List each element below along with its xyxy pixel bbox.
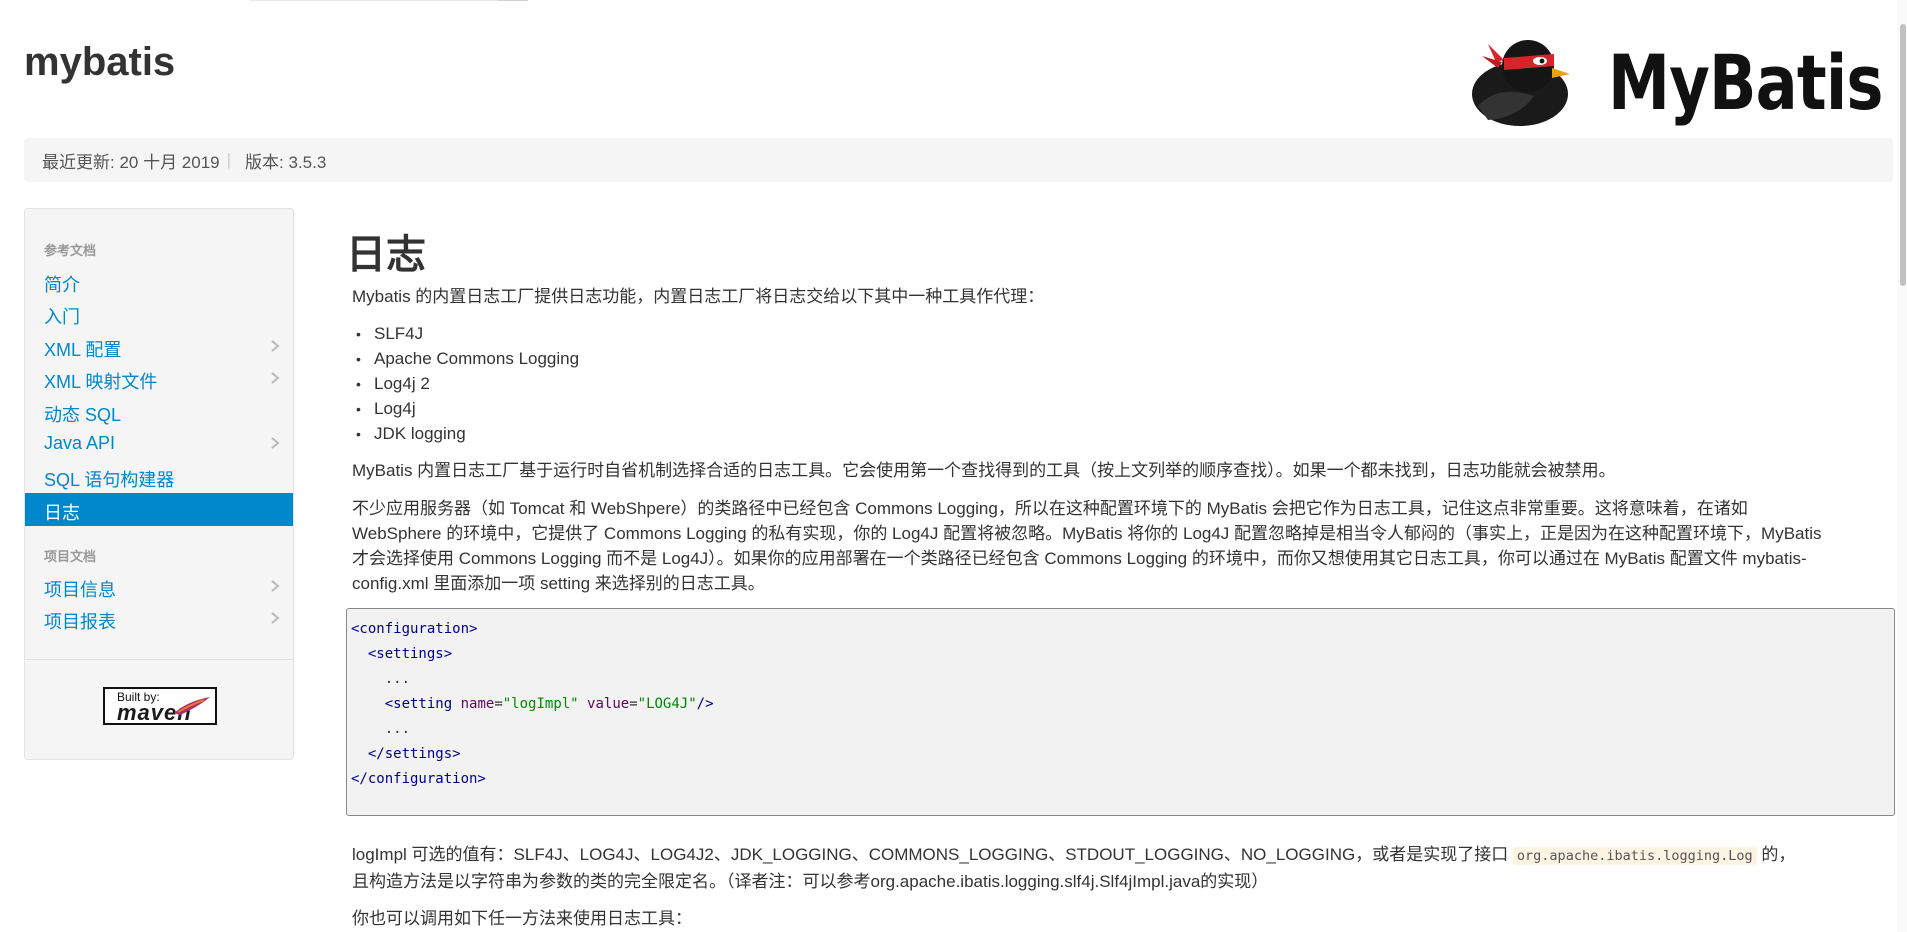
code-token: <setting [384, 696, 453, 712]
list-item: SLF4J [356, 321, 579, 346]
sidebar-item-label: SQL 语句构建器 [44, 470, 175, 490]
sidebar-item-label: 日志 [44, 503, 80, 523]
tab-strip-segment [250, 0, 498, 1]
sidebar-item-label: XML 配置 [44, 340, 122, 360]
scrollbar-thumb[interactable] [1900, 24, 1906, 286]
sidebar-item-sql-builder[interactable]: SQL 语句构建器 [25, 460, 293, 493]
last-updated: 最近更新: 20 十月 2019 [42, 152, 220, 172]
sidebar-item-java-api[interactable]: Java API [25, 427, 293, 460]
sidebar-item-dynamic-sql[interactable]: 动态 SQL [25, 395, 293, 428]
built-by-maven-badge[interactable]: Built by: maven [103, 687, 217, 725]
code-token: value [587, 696, 630, 712]
paragraph-line: WebSphere 的环境中，它提供了 Commons Logging 的私有实… [352, 524, 1822, 543]
browser-top-edge [0, 0, 1907, 2]
code-token: /> [696, 696, 714, 712]
code-token: "LOG4J" [637, 696, 697, 712]
inline-code: org.apache.ibatis.logging.Log [1512, 847, 1757, 865]
mybatis-logo[interactable]: MyBatis [1458, 28, 1884, 132]
mybatis-logo-text: MyBatis [1608, 38, 1884, 127]
code-token: </settings> [367, 746, 461, 762]
breadcrumb: 最近更新: 20 十月 2019 | 版本: 3.5.3 [24, 138, 1893, 182]
site-brand[interactable]: mybatis [24, 40, 175, 85]
chevron-right-icon [271, 372, 280, 384]
logimpl-paragraph: logImpl 可选的值有：SLF4J、LOG4J、LOG4J2、JDK_LOG… [352, 842, 1795, 894]
sidebar-divider [25, 659, 293, 660]
sidebar-item-xml-mapper[interactable]: XML 映射文件 [25, 362, 293, 395]
chevron-right-icon [271, 340, 280, 352]
list-item: JDK logging [356, 421, 579, 446]
sidebar-item-project-info[interactable]: 项目信息 [25, 570, 293, 603]
paragraph-line: logImpl 可选的值有：SLF4J、LOG4J、LOG4J2、JDK_LOG… [352, 842, 1795, 869]
sidebar-item-xml-config[interactable]: XML 配置 [25, 330, 293, 363]
code-token: name [460, 696, 495, 712]
chevron-right-icon [271, 580, 280, 592]
sidebar-item-logging[interactable]: 日志 [25, 493, 293, 526]
selection-paragraph: MyBatis 内置日志工厂基于运行时自省机制选择合适的日志工具。它会使用第一个… [352, 461, 1616, 480]
sidebar-item-label: Java API [44, 433, 116, 453]
sidebar-nav: 参考文档 简介 入门 XML 配置 XML 映射文件 动态 SQL Java A… [24, 208, 294, 760]
code-token: </configuration> [351, 771, 486, 787]
sidebar-item-label: 项目报表 [44, 612, 116, 632]
code-token: <configuration> [351, 621, 478, 637]
sidebar-item-label: 项目信息 [44, 580, 116, 600]
list-item: Log4j [356, 396, 579, 421]
usage-paragraph: 你也可以调用如下任一方法来使用日志工具： [352, 909, 692, 928]
paragraph-line: 且构造方法是以字符串为参数的类的完全限定名。（译者注：可以参考org.apach… [352, 872, 1269, 891]
tab-strip-segment [498, 0, 528, 1]
code-token: "logImpl" [502, 696, 579, 712]
chevron-right-icon [271, 437, 280, 449]
list-item: Apache Commons Logging [356, 346, 579, 371]
nav-header-project: 项目文档 [44, 549, 97, 564]
intro-paragraph: Mybatis 的内置日志工厂提供日志功能，内置日志工厂将日志交给以下其中一种工… [352, 287, 1045, 306]
sidebar-item-label: XML 映射文件 [44, 372, 158, 392]
sidebar-item-intro[interactable]: 简介 [25, 265, 293, 298]
breadcrumb-separator: | [226, 150, 232, 169]
code-token: <settings> [367, 646, 453, 662]
sidebar-item-project-reports[interactable]: 项目报表 [25, 602, 293, 635]
vertical-scrollbar[interactable] [1897, 0, 1907, 932]
nav-header-reference: 参考文档 [44, 243, 97, 258]
sidebar-item-label: 动态 SQL [44, 405, 122, 425]
mybatis-bird-icon [1472, 40, 1570, 126]
paragraph-line: config.xml 里面添加一项 setting 来选择别的日志工具。 [352, 574, 765, 593]
chevron-right-icon [271, 612, 280, 624]
sidebar-item-label: 入门 [44, 307, 80, 327]
text-segment: 的， [1756, 845, 1796, 864]
paragraph-line: 才会选择使用 Commons Logging 而不是 Log4J）。如果你的应用… [352, 549, 1807, 568]
text-segment: logImpl 可选的值有：SLF4J、LOG4J、LOG4J2、JDK_LOG… [352, 845, 1513, 864]
sidebar-item-label: 简介 [44, 275, 80, 295]
page-title: 日志 [346, 233, 426, 277]
code-block[interactable]: <configuration> <settings> ... <setting … [346, 608, 1895, 816]
paragraph-line: 不少应用服务器（如 Tomcat 和 WebShpere）的类路径中已经包含 C… [352, 499, 1748, 518]
code-token: ... [384, 671, 411, 687]
list-item: Log4j 2 [356, 371, 579, 396]
sidebar-item-getting-started[interactable]: 入门 [25, 297, 293, 330]
version: 版本: 3.5.3 [245, 152, 327, 172]
code-token: ... [384, 721, 411, 737]
logging-tools-list: SLF4J Apache Commons Logging Log4j 2 Log… [356, 321, 579, 446]
maven-feather-icon [174, 697, 210, 715]
app-server-paragraph: 不少应用服务器（如 Tomcat 和 WebShpere）的类路径中已经包含 C… [352, 496, 1822, 596]
